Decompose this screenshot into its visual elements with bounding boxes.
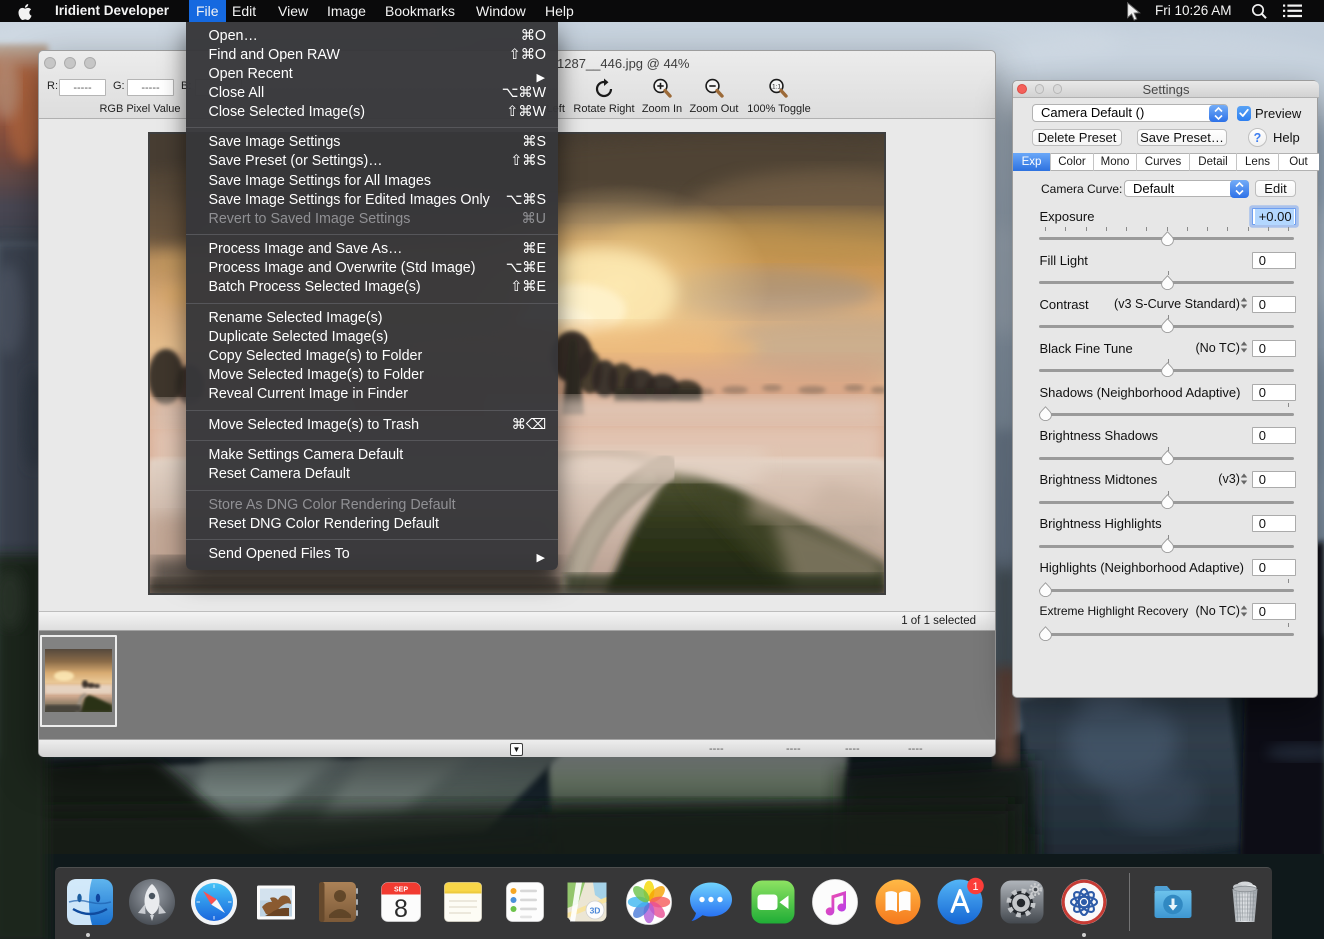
svg-text:1: 1 [972, 881, 978, 893]
svg-text:8: 8 [394, 895, 408, 923]
svg-text:3D: 3D [589, 906, 600, 916]
svg-text:SEP: SEP [393, 887, 407, 894]
